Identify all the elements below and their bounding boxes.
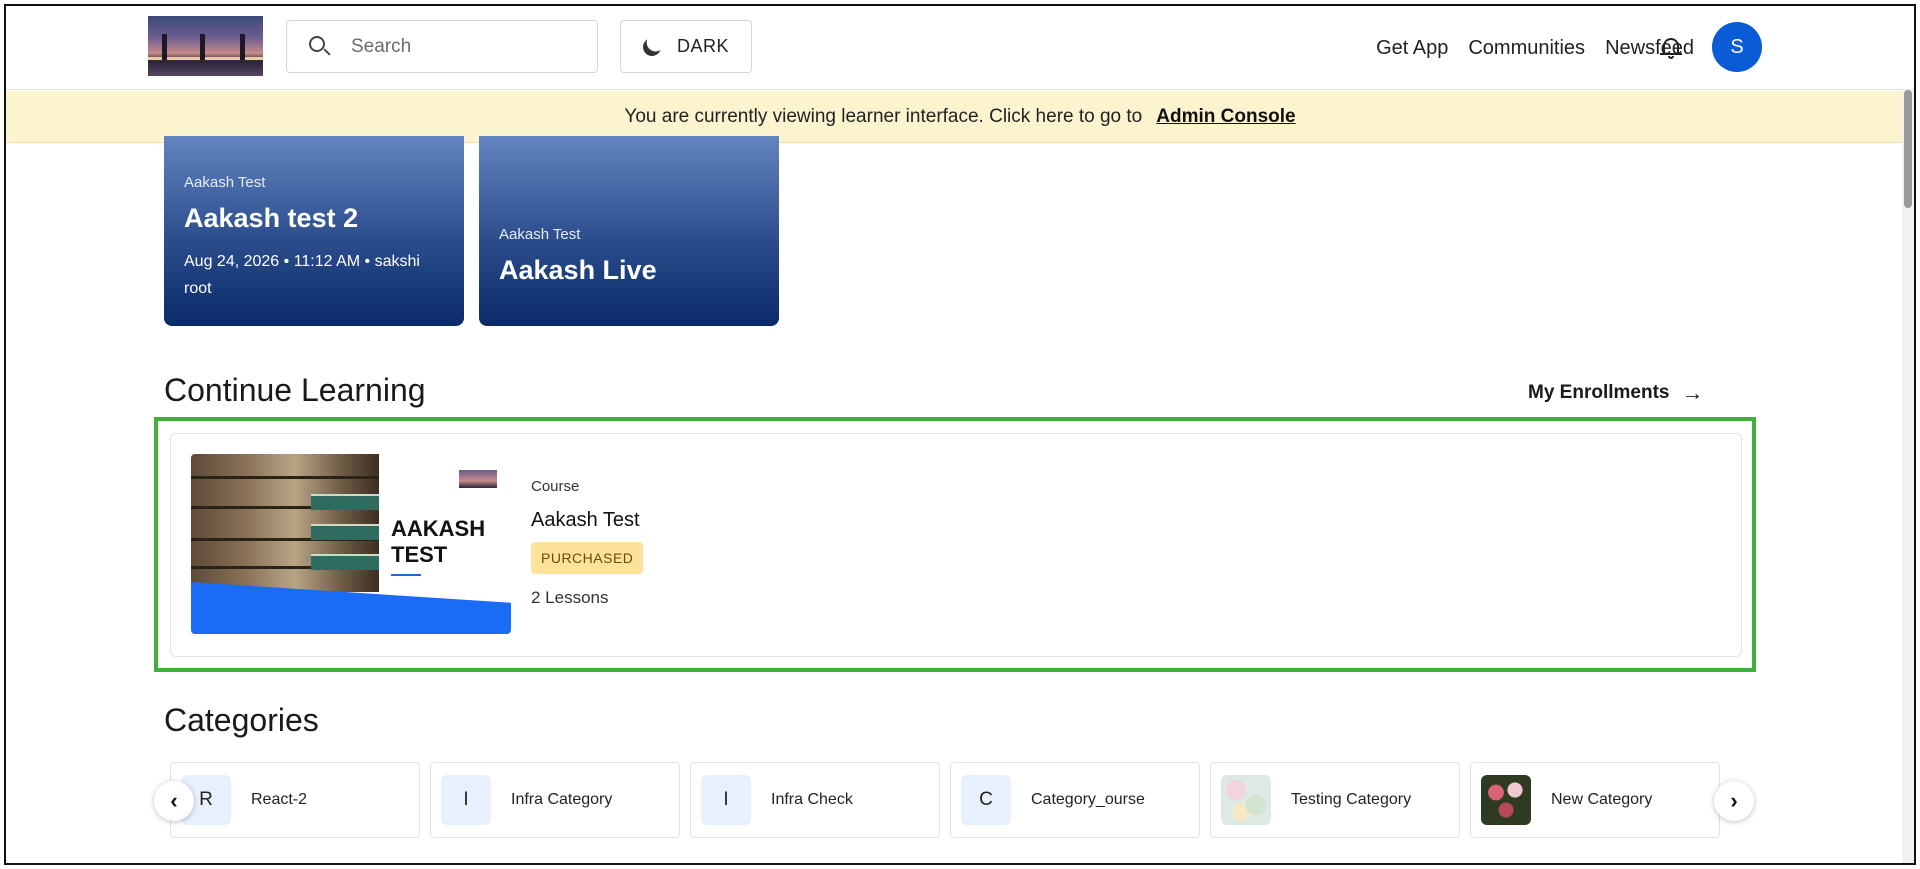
site-logo[interactable] [148,16,263,76]
category-card[interactable]: Testing Category [1210,762,1460,838]
live-session-tag: Aakash Test [184,174,266,191]
category-letter: I [441,775,491,825]
category-letter: I [701,775,751,825]
live-session-title: Aakash Live [499,255,657,285]
app-window: DARK Get App Communities Newsfeed S You … [4,4,1916,865]
dark-mode-label: DARK [676,36,729,56]
course-type: Course [531,478,580,495]
category-card[interactable]: I Infra Check [690,762,940,838]
carousel-next-button[interactable]: › [1714,781,1754,821]
category-label: Category_ourse [1031,791,1145,808]
category-label: Testing Category [1291,791,1412,808]
notification-bell-icon[interactable] [1660,36,1682,60]
arrow-right-icon: → [1681,380,1704,405]
scrollbar-thumb[interactable] [1904,90,1912,208]
top-nav: Get App Communities Newsfeed [1356,6,1694,90]
search-icon [309,35,331,58]
moon-icon [640,35,663,58]
category-label: Infra Category [511,791,613,808]
banner-text: You are currently viewing learner interf… [624,105,1143,127]
chevron-left-icon: ‹ [170,788,178,813]
category-label: Infra Check [771,791,853,808]
page-scrollbar[interactable] [1902,90,1914,863]
live-session-card[interactable]: Aakash Test Aakash Live [479,136,779,326]
nav-get-app[interactable]: Get App [1376,37,1448,60]
dark-mode-button[interactable]: DARK [620,20,752,73]
my-enrollments-link[interactable]: My Enrollments → [1528,380,1703,406]
nav-communities[interactable]: Communities [1468,37,1585,60]
chevron-right-icon: › [1730,788,1738,813]
course-thumbnail: AAKASH TEST [191,454,511,634]
category-label: React-2 [251,791,308,808]
course-info: Course Aakash Test PURCHASED 2 Lessons [531,478,644,608]
course-card[interactable]: AAKASH TEST Course Aakash Test PURCHASED… [170,433,1742,657]
category-card[interactable]: C Category_ourse [950,762,1200,838]
category-label: New Category [1551,791,1653,808]
category-image [1221,775,1271,825]
category-card[interactable]: New Category [1470,762,1720,838]
search-input[interactable] [351,35,571,58]
category-letter: C [961,775,1011,825]
live-session-card[interactable]: Aakash Test Aakash test 2 Aug 24, 2026 •… [164,136,464,326]
top-header: DARK Get App Communities Newsfeed S [6,6,1914,90]
category-card[interactable]: I Infra Category [430,762,680,838]
search-box[interactable] [286,20,598,73]
category-card[interactable]: R React-2 [170,762,420,838]
live-session-meta: Aug 24, 2026 • 11:12 AM • sakshi root [184,253,420,297]
my-enrollments-label: My Enrollments [1528,382,1670,403]
admin-console-link[interactable]: Admin Console [1156,106,1295,128]
course-name[interactable]: Aakash Test [531,509,643,532]
purchased-badge: PURCHASED [531,542,644,574]
user-avatar[interactable]: S [1712,22,1762,72]
continue-learning-title: Continue Learning [164,372,426,408]
category-image [1481,775,1531,825]
categories-carousel: R React-2 I Infra Category I Infra Check… [170,762,1730,838]
live-session-tag: Aakash Test [499,226,581,243]
thumbnail-title: AAKASH TEST [391,516,486,567]
lesson-count: 2 Lessons [531,588,609,607]
categories-title: Categories [164,702,319,738]
live-session-title: Aakash test 2 [184,203,359,233]
carousel-prev-button[interactable]: ‹ [154,781,194,821]
